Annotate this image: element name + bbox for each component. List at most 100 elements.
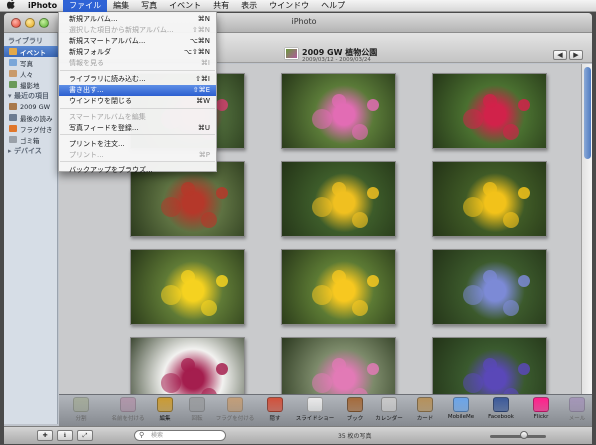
info-button[interactable]: ℹ (57, 430, 73, 441)
sidebar-item-label: フラグ付き (20, 125, 53, 134)
cloud-icon (453, 397, 469, 412)
search-placeholder: 検索 (151, 432, 164, 439)
mail-icon (569, 397, 585, 412)
photo-thumbnail-black-eyed-susan[interactable] (432, 161, 547, 237)
search-field[interactable]: ⚲ 検索 (134, 430, 226, 441)
sidebar-item-trash[interactable]: ゴミ箱 (4, 134, 58, 145)
flower-blossom (483, 94, 497, 108)
zoom-slider-knob[interactable] (519, 431, 528, 439)
toolbar-pencil-button[interactable]: 編集 (147, 397, 183, 427)
flower-blossom (181, 182, 195, 196)
photo-thumbnail-cosmos-pink[interactable] (281, 73, 396, 149)
play-icon (307, 397, 323, 412)
sidebar-item-label: 写真 (20, 59, 33, 68)
menu-file[interactable]: ファイル (63, 0, 108, 12)
photo-thumbnail-red-flowers[interactable] (432, 73, 547, 149)
toolbar-calendar-button[interactable]: カレンダー (371, 397, 407, 427)
scrollbar-thumb[interactable] (584, 67, 591, 159)
menu-item-label: ウインドウを閉じる (69, 97, 132, 105)
toolbar-card-button[interactable]: カード (407, 397, 443, 427)
toolbar-facebook-button[interactable]: Facebook (483, 397, 519, 427)
toolbar-label: フラグを付ける (215, 416, 255, 422)
photo-thumbnail-red-flowers[interactable] (130, 337, 245, 394)
devices-heading[interactable]: ▸ デバイス (8, 146, 42, 156)
menu-item-shortcut: ⌘W (196, 97, 210, 105)
file-menu-item[interactable]: プリントを注文... (59, 139, 216, 150)
toolbar-play-button[interactable]: スライドショー (295, 397, 335, 427)
arrow-right-icon: ▶ (573, 51, 579, 59)
flower-blossom (352, 124, 368, 140)
toolbar-hide-button[interactable]: 隠す (257, 397, 293, 427)
file-menu-item[interactable]: 書き出す... ⇧⌘E (59, 85, 216, 96)
menu-item-shortcut: ⌘P (198, 151, 210, 159)
menu-item-label: 写真フィードを登録... (69, 124, 139, 132)
vertical-scrollbar[interactable] (581, 64, 592, 394)
file-menu-item[interactable]: ライブラリに読み込む... ⇧⌘I (59, 74, 216, 85)
sidebar-item-last-import[interactable]: 最後の読み (4, 112, 58, 123)
flower-blossom (312, 285, 332, 305)
next-event-button[interactable]: ▶ (569, 50, 583, 60)
flower-blossom (181, 270, 195, 284)
menu-item-shortcut: ⌘U (197, 124, 210, 132)
file-menu-item[interactable]: 写真フィードを登録... ⌘U (59, 123, 216, 134)
zoom-slider-track[interactable] (490, 435, 546, 438)
recent-heading[interactable]: ▾ 最近の項目 (8, 91, 49, 101)
flower-blossom (161, 285, 181, 305)
photo-thumbnail-purple-irises[interactable] (432, 337, 547, 394)
flower-blossom (503, 124, 519, 140)
file-menu-item[interactable]: ウインドウを閉じる ⌘W (59, 96, 216, 107)
menu-help[interactable]: ヘルプ (315, 0, 351, 12)
flower-blossom (483, 358, 497, 372)
toolbar-flickr-button[interactable]: Flickr (523, 397, 559, 427)
menu-iphoto[interactable]: iPhoto (22, 0, 63, 12)
apple-menu-icon[interactable] (0, 0, 22, 12)
add-button[interactable]: ✚ (37, 430, 53, 441)
photo-thumbnail-hydrangea[interactable] (432, 249, 547, 325)
file-menu-item[interactable]: 新規フォルダ ⌥⇧⌘N (59, 47, 216, 58)
menu-item-shortcut: ⌘I (200, 59, 210, 67)
toolbar-cloud-button[interactable]: MobileMe (443, 397, 479, 427)
flower-blossom (201, 212, 217, 228)
calendar-icon (381, 397, 397, 412)
sidebar-item-recent-event[interactable]: 2009 GW (4, 101, 58, 112)
file-menu-dropdown: 新規アルバム... ⌘N 選択した項目から新規アルバム... ⇧⌘N 新規スマートアルバ… (58, 12, 217, 174)
menu-events[interactable]: イベント (163, 0, 207, 12)
toolbar-book-button[interactable]: ブック (337, 397, 373, 427)
sidebar-item-faces[interactable]: 人々 (4, 68, 58, 79)
sidebar-item-events[interactable]: イベント (4, 46, 58, 57)
flower-blossom (463, 285, 483, 305)
sidebar-item-flagged[interactable]: フラグ付き (4, 123, 58, 134)
menu-separator (60, 161, 215, 162)
menu-edit[interactable]: 編集 (107, 0, 135, 12)
hide-icon (267, 397, 283, 412)
minimize-window-button[interactable] (25, 18, 35, 28)
menu-photos[interactable]: 写真 (135, 0, 163, 12)
fullscreen-button[interactable]: ⤢ (77, 430, 93, 441)
file-menu-item[interactable]: 新規スマートアルバム... ⌥⌘N (59, 36, 216, 47)
toolbar-label: 編集 (159, 416, 171, 422)
flower-blossom (463, 197, 483, 217)
recent-heading-label: 最近の項目 (13, 92, 49, 100)
menu-view[interactable]: 表示 (235, 0, 263, 12)
file-menu-item[interactable]: 新規アルバム... ⌘N (59, 14, 216, 25)
toolbar-flag-button: フラグを付ける (211, 397, 259, 427)
sidebar-item-places[interactable]: 撮影地 (4, 79, 58, 90)
previous-event-button[interactable]: ◀ (553, 50, 567, 60)
photo-thumbnail-pink-flowers[interactable] (281, 337, 396, 394)
flower-blossom (352, 300, 368, 316)
zoom-window-button[interactable] (39, 18, 49, 28)
photo-thumbnail-marigolds[interactable] (130, 249, 245, 325)
menu-separator (60, 108, 215, 109)
menu-item-label: 選択した項目から新規アルバム... (69, 26, 174, 34)
library-heading[interactable]: ライブラリ (8, 36, 43, 46)
photo-thumbnail-yellow-flowers[interactable] (281, 161, 396, 237)
photo-thumbnail-marigolds[interactable] (281, 249, 396, 325)
sidebar-item-photos[interactable]: 写真 (4, 57, 58, 68)
menu-item-shortcut: ⇧⌘I (195, 75, 210, 83)
flower-blossom (332, 182, 346, 196)
toolbar-label: カード (416, 416, 434, 422)
file-menu-item[interactable]: バックアップをブラウズ... (59, 165, 216, 176)
menu-window[interactable]: ウインドウ (263, 0, 315, 12)
close-window-button[interactable] (11, 18, 21, 28)
menu-share[interactable]: 共有 (207, 0, 235, 12)
